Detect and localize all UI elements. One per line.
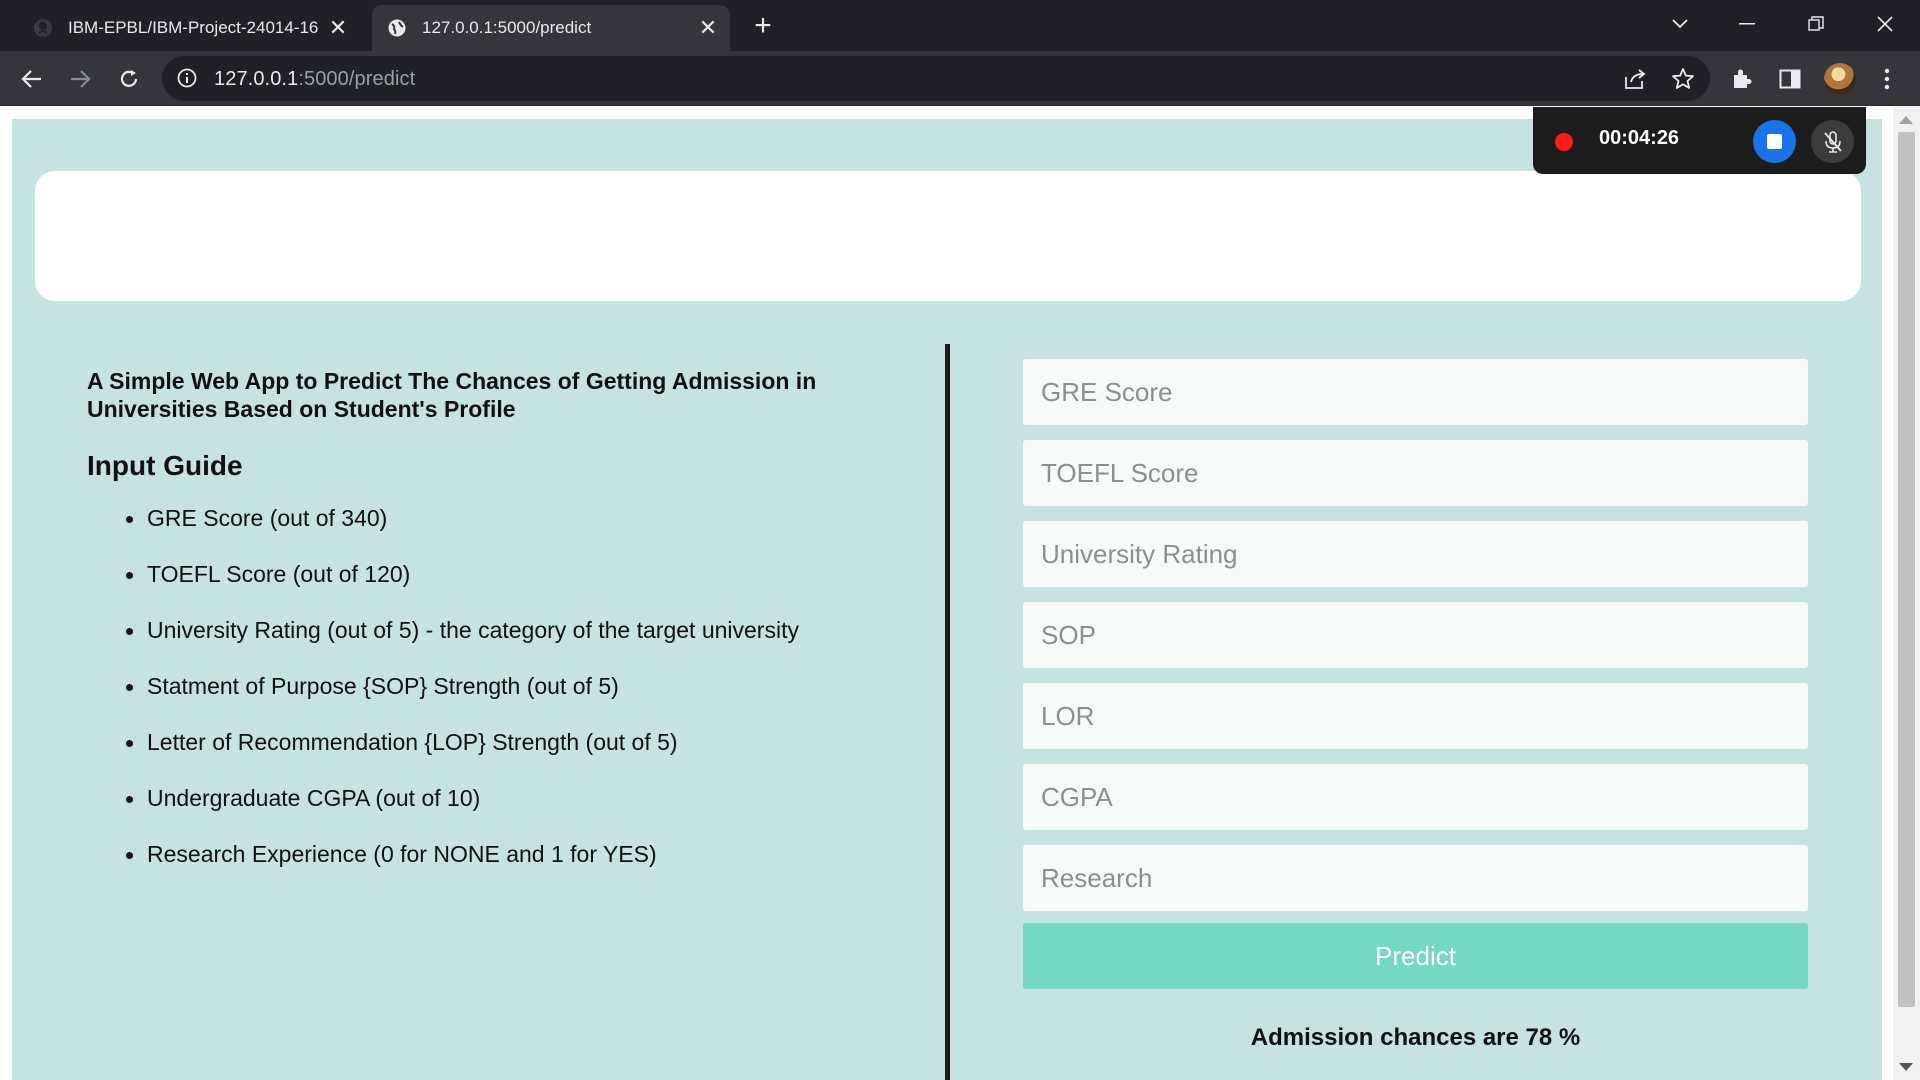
new-tab-button[interactable]: + (748, 11, 778, 42)
tab-github[interactable]: IBM-EPBL/IBM-Project-24014-16 ✕ (18, 5, 360, 51)
close-icon[interactable]: ✕ (326, 15, 350, 40)
info-panel: A Simple Web App to Predict The Chances … (87, 367, 887, 896)
predict-button[interactable]: Predict (1023, 923, 1808, 989)
guide-item-toefl: TOEFL Score (out of 120) (87, 560, 887, 616)
side-panel-icon[interactable] (1776, 65, 1804, 93)
research-input[interactable] (1023, 845, 1808, 911)
lor-input[interactable] (1023, 683, 1808, 749)
recording-timer: 00:04:26 (1599, 127, 1680, 149)
address-bar[interactable]: 127.0.0.1:5000/predict (162, 56, 1710, 101)
info-icon[interactable] (176, 67, 198, 89)
university-rating-input[interactable] (1023, 521, 1808, 587)
forward-icon[interactable] (63, 62, 97, 96)
scroll-up-arrow-icon[interactable] (1899, 116, 1913, 124)
screen-recorder-bar: 00:04:26 (1533, 107, 1866, 174)
header-banner (35, 171, 1861, 301)
guide-item-sop: Statment of Purpose {SOP} Strength (out … (87, 672, 887, 728)
page-container: A Simple Web App to Predict The Chances … (12, 119, 1882, 1080)
stop-icon (1767, 134, 1782, 149)
reload-icon[interactable] (112, 62, 146, 96)
tab-title: IBM-EPBL/IBM-Project-24014-16 (68, 18, 319, 37)
tab-search-icon[interactable] (1660, 6, 1700, 42)
window-close-icon[interactable] (1865, 6, 1905, 42)
prediction-result: Admission chances are 78 % (1250, 1024, 1581, 1051)
guide-item-cgpa: Undergraduate CGPA (out of 10) (87, 784, 887, 840)
github-icon (32, 17, 54, 39)
url-path: :5000/predict (298, 68, 416, 90)
browser-toolbar: 127.0.0.1:5000/predict (0, 51, 1920, 106)
restore-icon[interactable] (1796, 6, 1836, 42)
toefl-score-input[interactable] (1023, 440, 1808, 506)
page-scrollbar[interactable] (1893, 107, 1920, 1080)
cgpa-input[interactable] (1023, 764, 1808, 830)
tab-predict[interactable]: 127.0.0.1:5000/predict ✕ (372, 5, 730, 51)
guide-item-university-rating: University Rating (out of 5) - the categ… (87, 616, 887, 672)
mic-off-icon (1823, 130, 1842, 153)
extensions-icon[interactable] (1728, 65, 1756, 93)
close-icon[interactable]: ✕ (696, 15, 720, 40)
tab-title: 127.0.0.1:5000/predict (422, 18, 592, 37)
input-guide-list: GRE Score (out of 340) TOEFL Score (out … (87, 504, 887, 896)
menu-icon[interactable] (1873, 65, 1901, 93)
back-icon[interactable] (15, 62, 49, 96)
web-page: A Simple Web App to Predict The Chances … (0, 107, 1920, 1080)
guide-item-gre: GRE Score (out of 340) (87, 504, 887, 560)
guide-item-lor: Letter of Recommendation {LOP} Strength … (87, 728, 887, 784)
scroll-thumb[interactable] (1898, 132, 1915, 1007)
vertical-divider (945, 344, 950, 1080)
globe-icon (386, 17, 408, 39)
share-icon[interactable] (1621, 65, 1649, 93)
minimize-icon[interactable] (1727, 6, 1767, 42)
guide-item-research: Research Experience (0 for NONE and 1 fo… (87, 840, 887, 896)
tab-strip: IBM-EPBL/IBM-Project-24014-16 ✕ 127.0.0.… (0, 0, 1920, 51)
app-title: A Simple Web App to Predict The Chances … (87, 368, 817, 422)
input-guide-heading: Input Guide (87, 450, 243, 481)
stop-recording-button[interactable] (1753, 120, 1796, 163)
mic-muted-button[interactable] (1811, 120, 1854, 163)
star-icon[interactable] (1669, 65, 1697, 93)
url-text: 127.0.0.1:5000/predict (214, 68, 415, 91)
recording-dot-icon (1555, 133, 1573, 151)
scroll-down-arrow-icon[interactable] (1899, 1063, 1913, 1071)
sop-input[interactable] (1023, 602, 1808, 668)
url-host: 127.0.0.1 (214, 68, 299, 90)
profile-avatar[interactable] (1824, 63, 1856, 95)
gre-score-input[interactable] (1023, 359, 1808, 425)
prediction-form: Predict (1023, 359, 1808, 989)
